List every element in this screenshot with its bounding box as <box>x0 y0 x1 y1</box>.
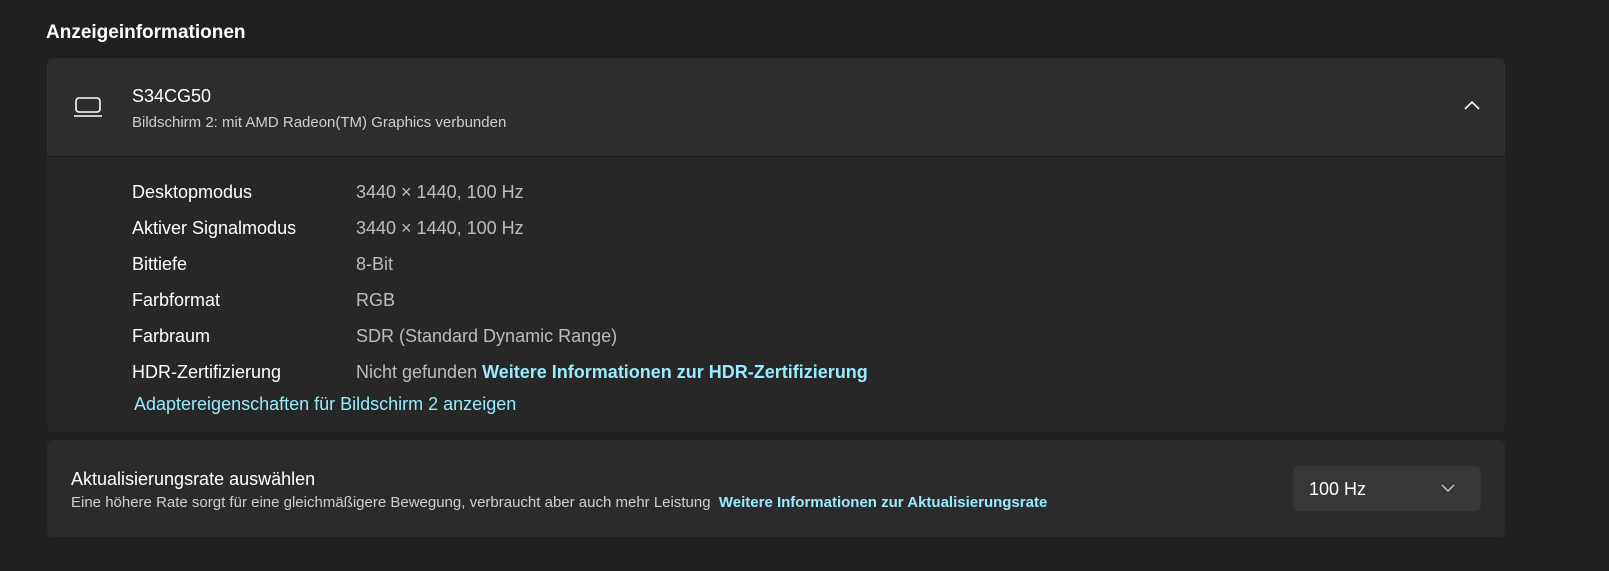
property-value: 8-Bit <box>356 253 394 274</box>
display-subtitle: Bildschirm 2: mit AMD Radeon(TM) Graphic… <box>132 114 507 131</box>
property-label: Bittiefe <box>132 253 188 274</box>
property-row: Bittiefe 8-Bit <box>132 246 868 282</box>
refresh-rate-info-link[interactable]: Weitere Informationen zur Aktualisierung… <box>719 494 1047 511</box>
adapter-properties-link[interactable]: Adaptereigenschaften für Bildschirm 2 an… <box>134 394 516 415</box>
property-label: Farbformat <box>132 289 221 310</box>
property-label: HDR-Zertifizierung <box>132 361 282 382</box>
laptop-icon <box>73 96 103 123</box>
hdr-info-link[interactable]: Weitere Informationen zur HDR-Zertifizie… <box>482 362 868 383</box>
display-header[interactable]: S34CG50 Bildschirm 2: mit AMD Radeon(TM)… <box>47 58 1505 157</box>
property-value: RGB <box>356 289 396 310</box>
refresh-rate-dropdown[interactable]: 100 Hz <box>1293 466 1481 511</box>
display-info-card: S34CG50 Bildschirm 2: mit AMD Radeon(TM)… <box>47 58 1505 432</box>
section-title: Anzeigeinformationen <box>46 22 246 43</box>
description-text: Eine höhere Rate sorgt für eine gleichmä… <box>71 494 711 511</box>
property-row: Desktopmodus 3440 × 1440, 100 Hz <box>132 174 868 210</box>
property-label: Aktiver Signalmodus <box>132 217 297 238</box>
chevron-up-icon[interactable] <box>1463 98 1481 116</box>
property-value: 3440 × 1440, 100 Hz <box>356 181 524 202</box>
property-row: Farbraum SDR (Standard Dynamic Range) <box>132 318 868 354</box>
property-value: Nicht gefunden <box>356 361 478 382</box>
property-value: SDR (Standard Dynamic Range) <box>356 325 618 346</box>
property-value: 3440 × 1440, 100 Hz <box>356 217 524 238</box>
property-label: Farbraum <box>132 325 211 346</box>
refresh-rate-title: Aktualisierungsrate auswählen <box>71 469 316 489</box>
property-row: Farbformat RGB <box>132 282 868 318</box>
property-row: HDR-Zertifizierung Nicht gefunden Weitere… <box>132 354 868 390</box>
display-name: S34CG50 <box>132 86 212 106</box>
property-label: Desktopmodus <box>132 181 253 202</box>
property-row: Aktiver Signalmodus 3440 × 1440, 100 Hz <box>132 210 868 246</box>
display-properties: Desktopmodus 3440 × 1440, 100 Hz Aktiver … <box>132 174 868 390</box>
chevron-down-icon <box>1441 484 1455 492</box>
refresh-rate-card: Aktualisierungsrate auswählen Eine höher… <box>47 440 1505 537</box>
refresh-rate-description: Eine höhere Rate sorgt für eine gleichmä… <box>71 494 1047 511</box>
dropdown-value: 100 Hz <box>1309 479 1367 499</box>
